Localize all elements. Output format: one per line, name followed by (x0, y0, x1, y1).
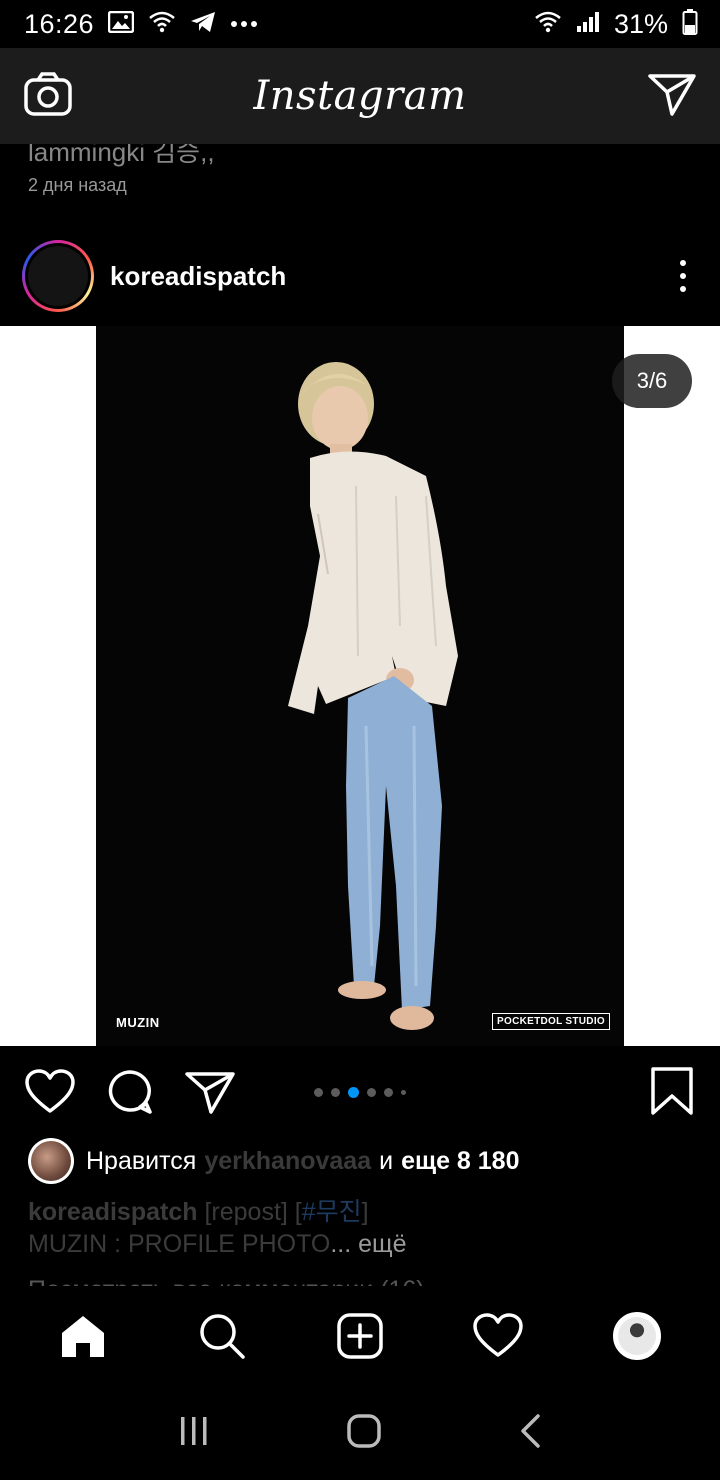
likes-prefix: Нравится (86, 1146, 197, 1175)
direct-message-icon[interactable] (648, 72, 696, 121)
carousel-dot (331, 1087, 340, 1097)
home-button-icon[interactable] (346, 1413, 382, 1454)
caption-text: MUZIN : PROFILE PHOTO (28, 1230, 331, 1258)
previous-post-time: 2 дня назад (28, 175, 127, 195)
wifi-icon (534, 11, 562, 38)
back-icon[interactable] (518, 1413, 542, 1454)
post-header: koreadispatch (0, 226, 720, 326)
more-dot (680, 273, 686, 279)
comment-icon[interactable] (104, 1066, 156, 1118)
more-options-icon[interactable] (668, 256, 698, 296)
carousel-counter: 3/6 (612, 354, 692, 408)
watermark-studio: POCKETDOL STUDIO (492, 1013, 610, 1030)
profile-tab[interactable] (607, 1306, 667, 1366)
like-heart-icon[interactable] (24, 1066, 76, 1118)
caption-hashtag[interactable]: #무진 (302, 1198, 362, 1226)
caption-username[interactable]: koreadispatch (28, 1198, 198, 1226)
watermark-muzin: MUZIN (116, 1015, 160, 1030)
bookmark-icon[interactable] (650, 1066, 694, 1121)
status-bar-left: 16:26 (24, 9, 258, 40)
carousel-dot (367, 1087, 376, 1097)
carousel-dot (384, 1087, 393, 1097)
share-icon[interactable] (184, 1066, 236, 1118)
battery-icon (682, 8, 698, 40)
bottom-navigation (0, 1286, 720, 1386)
status-bar-right: 31% (534, 8, 698, 40)
profile-avatar (612, 1312, 661, 1360)
post-media[interactable]: MUZIN POCKETDOL STUDIO 3/6 (0, 326, 720, 1046)
more-notifications-icon (230, 15, 258, 33)
new-post-icon[interactable] (330, 1306, 390, 1366)
caption-line-2: MUZIN : PROFILE PHOTO... ещё (28, 1230, 407, 1259)
story-ring-avatar[interactable] (22, 240, 94, 312)
caption-repost: [repost] (204, 1198, 288, 1226)
carousel-dot (314, 1087, 323, 1097)
instagram-logo[interactable]: Instagram (253, 73, 466, 119)
post-actions (0, 1046, 720, 1138)
more-dot (680, 286, 686, 292)
carousel-dot (401, 1089, 406, 1095)
likes-count[interactable]: еще 8 180 (401, 1147, 519, 1176)
signal-icon (576, 11, 600, 38)
status-time: 16:26 (24, 8, 95, 39)
status-bar: 16:26 31% (0, 0, 720, 48)
home-icon[interactable] (53, 1306, 113, 1366)
post-username[interactable]: koreadispatch (110, 261, 668, 292)
activity-heart-icon[interactable] (468, 1306, 528, 1366)
caption-more-link[interactable]: ... ещё (330, 1230, 406, 1258)
likes-row[interactable]: Нравится yerkhanovaaa и еще 8 180 (28, 1138, 520, 1184)
caption-line-1: koreadispatch [repost] [#무진] (28, 1192, 369, 1228)
person-illustration (288, 362, 458, 1030)
camera-icon[interactable] (24, 71, 72, 121)
search-icon[interactable] (192, 1306, 252, 1366)
caption-bracket-close: ] (361, 1198, 369, 1226)
more-dot (680, 260, 686, 266)
avatar (28, 246, 88, 306)
liker-avatar-image (31, 1141, 71, 1181)
recent-apps-icon[interactable] (178, 1415, 210, 1452)
gallery-icon (107, 10, 135, 38)
previous-post-tail: lammingki 김승,, 2 дня назад (0, 137, 720, 224)
profile-avatar-image (617, 1317, 656, 1355)
carousel-dot-active (348, 1086, 359, 1098)
caption-bracket-open: [ (294, 1198, 302, 1226)
post-photo[interactable]: MUZIN POCKETDOL STUDIO (96, 326, 624, 1046)
liker-avatar (28, 1138, 74, 1184)
battery-percent: 31% (613, 8, 668, 39)
app-header: Instagram (0, 48, 720, 144)
wifi-icon (148, 11, 176, 38)
story-ring-inner (25, 243, 91, 309)
view-comments-link[interactable]: Посмотреть все комментарии (16) (28, 1272, 425, 1286)
likes-joiner: и (379, 1146, 394, 1175)
telegram-icon (190, 11, 216, 38)
system-navigation (0, 1386, 720, 1480)
liker-username[interactable]: yerkhanovaaa (204, 1147, 371, 1176)
